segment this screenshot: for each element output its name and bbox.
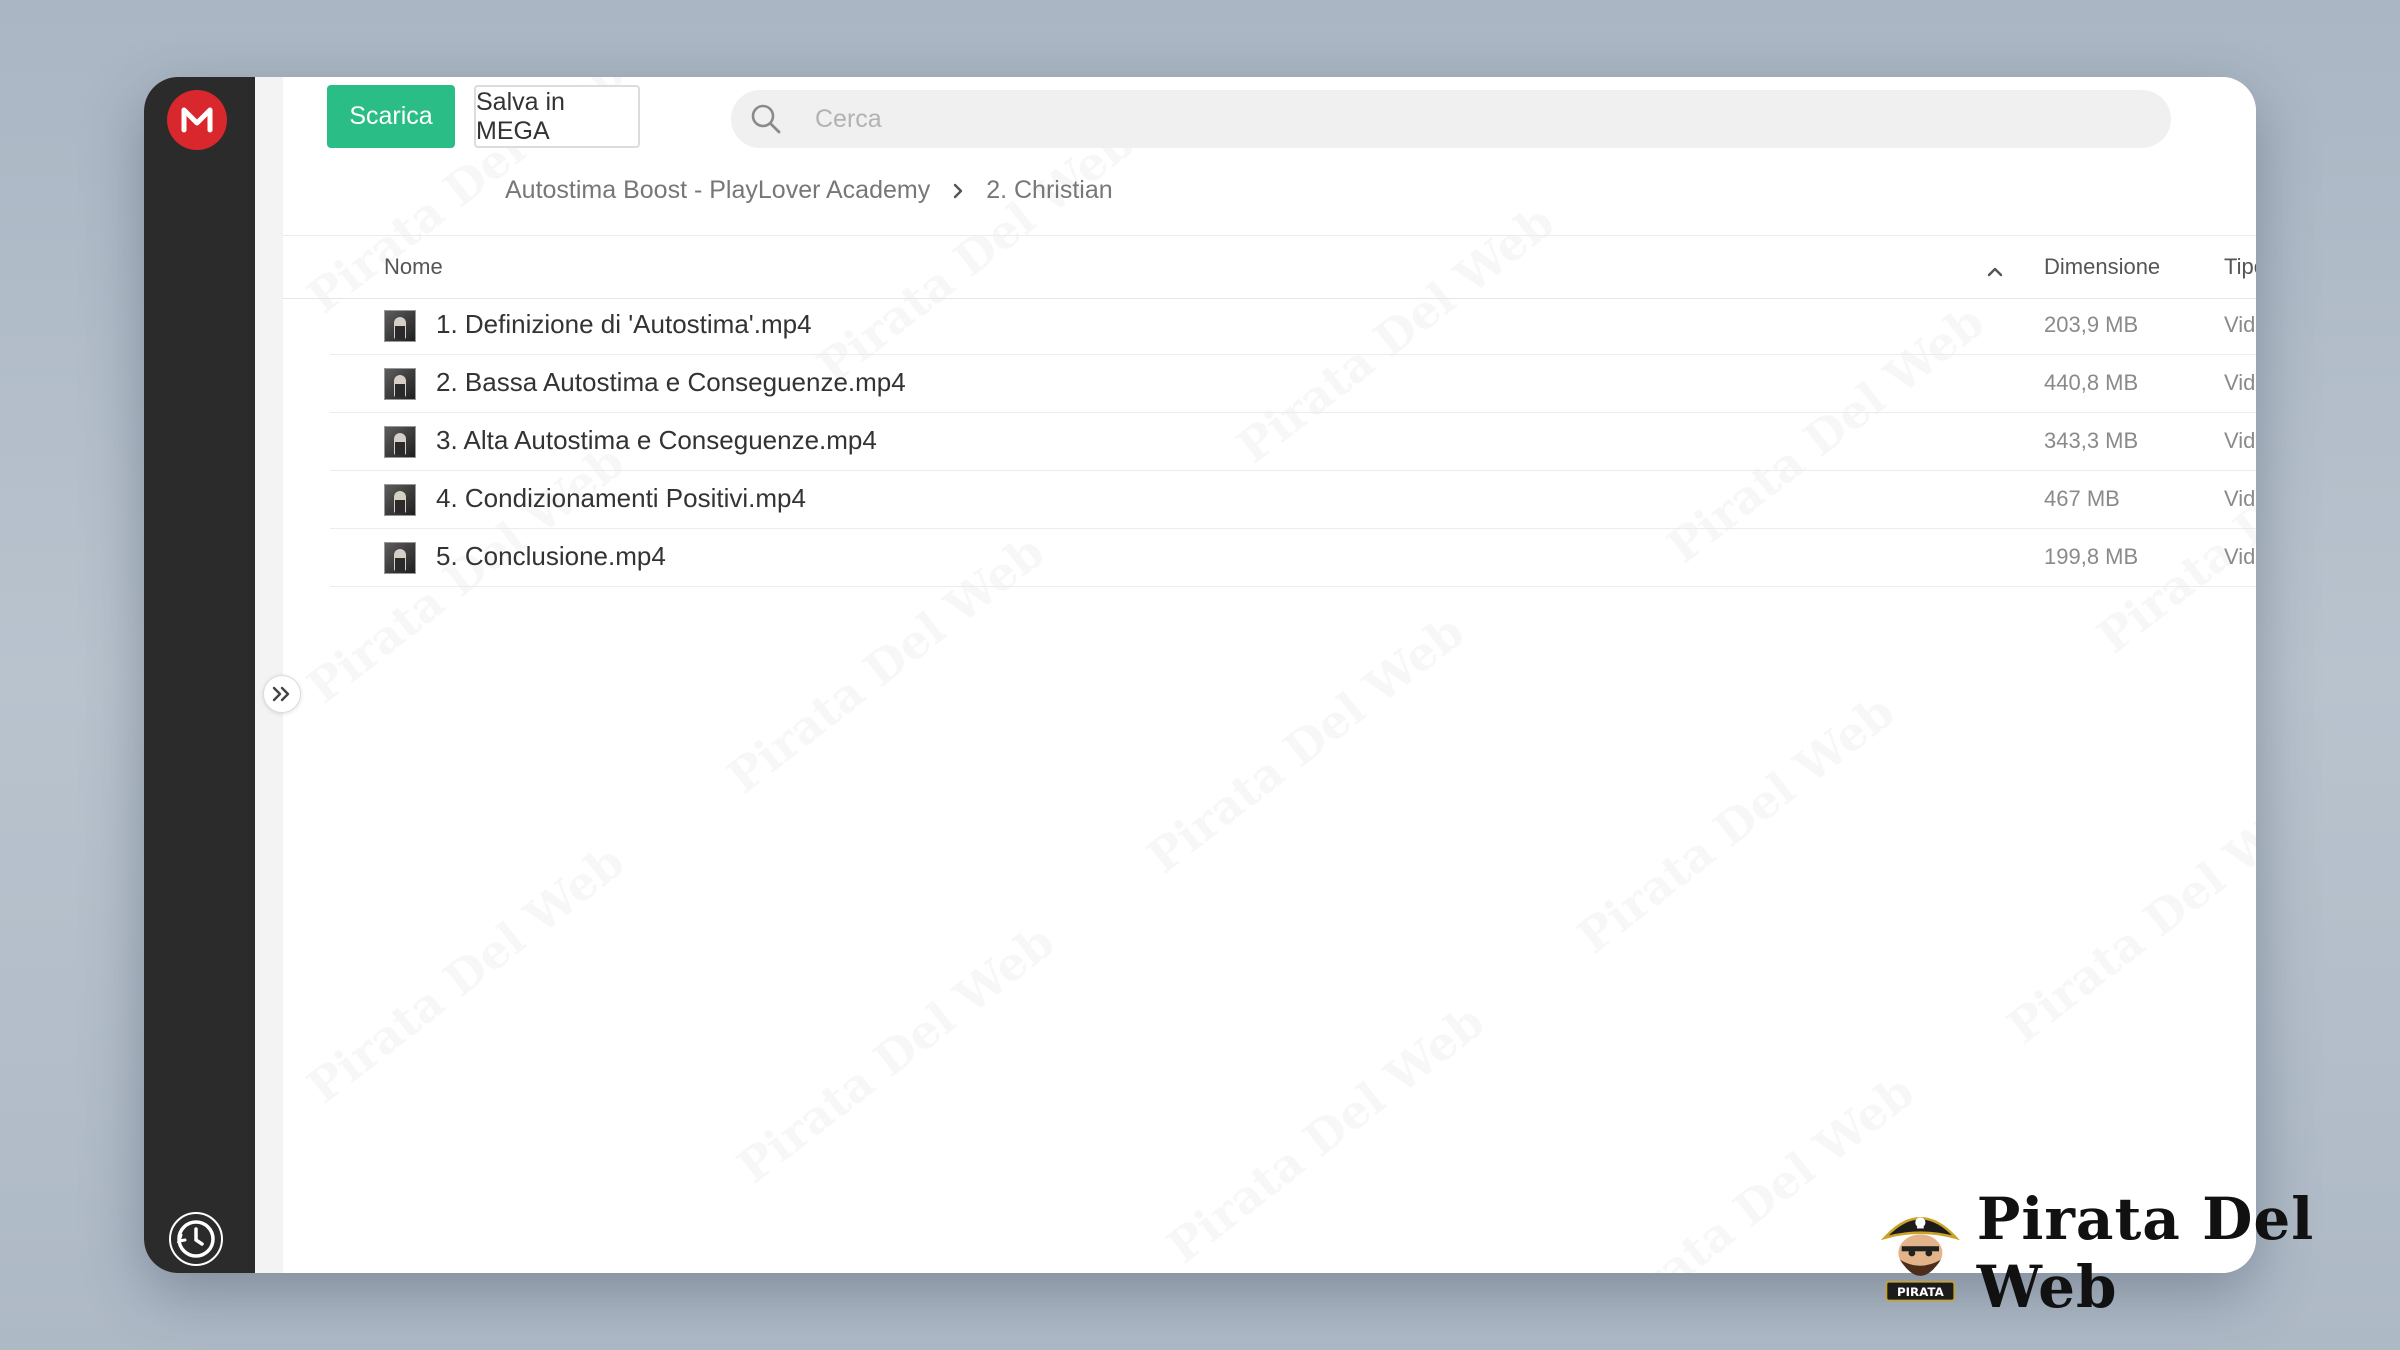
file-name: 5. Conclusione.mp4 bbox=[436, 541, 666, 571]
app-window: Pirata Del Web Pirata Del Web Pirata Del… bbox=[144, 77, 2256, 1273]
pirate-mascot-icon: PIRATA bbox=[1880, 1217, 1960, 1302]
brand-logo: PIRATA Pirata Del Web bbox=[1878, 1185, 2400, 1321]
file-type: Video MPEG-4 bbox=[2224, 428, 2256, 453]
video-thumbnail-icon bbox=[384, 310, 416, 342]
file-size: 440,8 MB bbox=[2044, 370, 2139, 395]
file-name: 4. Condizionamenti Positivi.mp4 bbox=[436, 483, 806, 513]
file-row[interactable]: 4. Condizionamenti Positivi.mp4 467 MB V… bbox=[330, 471, 2256, 529]
double-chevron-right-icon bbox=[272, 686, 290, 702]
breadcrumb-item-current[interactable]: 2. Christian bbox=[986, 176, 1112, 205]
file-row[interactable]: 3. Alta Autostima e Conseguenze.mp4 343,… bbox=[330, 413, 2256, 471]
search-icon bbox=[749, 102, 783, 136]
table-header: Nome Dimensione Tipo bbox=[283, 235, 2256, 299]
video-thumbnail-icon bbox=[384, 542, 416, 574]
breadcrumb: Autostima Boost - PlayLover Academy 2. C… bbox=[505, 176, 1113, 205]
expand-sidebar-button[interactable] bbox=[263, 675, 301, 713]
file-size: 467 MB bbox=[2044, 486, 2120, 511]
video-thumbnail-icon bbox=[384, 426, 416, 458]
file-type: Video MPEG-4 bbox=[2224, 370, 2256, 395]
watermark: Pirata Del Web bbox=[727, 914, 1064, 1194]
video-thumbnail-icon bbox=[384, 368, 416, 400]
file-type: Video MPEG-4 bbox=[2224, 486, 2256, 511]
search-input[interactable] bbox=[813, 103, 2017, 135]
file-name: 2. Bassa Autostima e Conseguenze.mp4 bbox=[436, 367, 906, 397]
file-type: Video MPEG-4 bbox=[2224, 312, 2256, 337]
file-type: Video MPEG-4 bbox=[2224, 544, 2256, 569]
breadcrumb-item-root[interactable]: Autostima Boost - PlayLover Academy bbox=[505, 176, 930, 205]
watermark: Pirata Del Web bbox=[1587, 1064, 1924, 1273]
sidebar bbox=[144, 77, 255, 1273]
column-header-type[interactable]: Tipo bbox=[2224, 254, 2256, 280]
sync-icon[interactable] bbox=[166, 1209, 226, 1269]
watermark: Pirata Del Web bbox=[1997, 774, 2256, 1054]
file-row[interactable]: 1. Definizione di 'Autostima'.mp4 203,9 … bbox=[330, 297, 2256, 355]
mega-logo-icon[interactable] bbox=[167, 90, 227, 150]
file-row[interactable]: 2. Bassa Autostima e Conseguenze.mp4 440… bbox=[330, 355, 2256, 413]
main-panel: Pirata Del Web Pirata Del Web Pirata Del… bbox=[283, 77, 2256, 1273]
brand-badge-text: PIRATA bbox=[1897, 1285, 1945, 1299]
brand-name: Pirata Del Web bbox=[1976, 1185, 2315, 1321]
file-size: 203,9 MB bbox=[2044, 312, 2139, 337]
watermark: Pirata Del Web bbox=[1567, 684, 1904, 964]
file-row[interactable]: 5. Conclusione.mp4 199,8 MB Video MPEG-4 bbox=[330, 529, 2256, 587]
watermark: Pirata Del Web bbox=[1157, 994, 1494, 1273]
file-size: 199,8 MB bbox=[2044, 544, 2139, 569]
watermark: Pirata Del Web bbox=[297, 834, 634, 1114]
search-bar[interactable] bbox=[731, 90, 2171, 148]
column-header-name[interactable]: Nome bbox=[384, 254, 443, 280]
watermark: Pirata Del Web bbox=[1137, 604, 1474, 884]
video-thumbnail-icon bbox=[384, 484, 416, 516]
chevron-up-icon[interactable] bbox=[1986, 258, 2004, 284]
column-header-size[interactable]: Dimensione bbox=[2044, 254, 2160, 280]
file-name: 1. Definizione di 'Autostima'.mp4 bbox=[436, 309, 812, 339]
file-size: 343,3 MB bbox=[2044, 428, 2139, 453]
download-button[interactable]: Scarica bbox=[327, 85, 455, 148]
chevron-right-icon bbox=[952, 182, 964, 200]
file-name: 3. Alta Autostima e Conseguenze.mp4 bbox=[436, 425, 877, 455]
save-to-mega-button[interactable]: Salva in MEGA bbox=[474, 85, 640, 148]
file-list: 1. Definizione di 'Autostima'.mp4 203,9 … bbox=[330, 297, 2256, 587]
